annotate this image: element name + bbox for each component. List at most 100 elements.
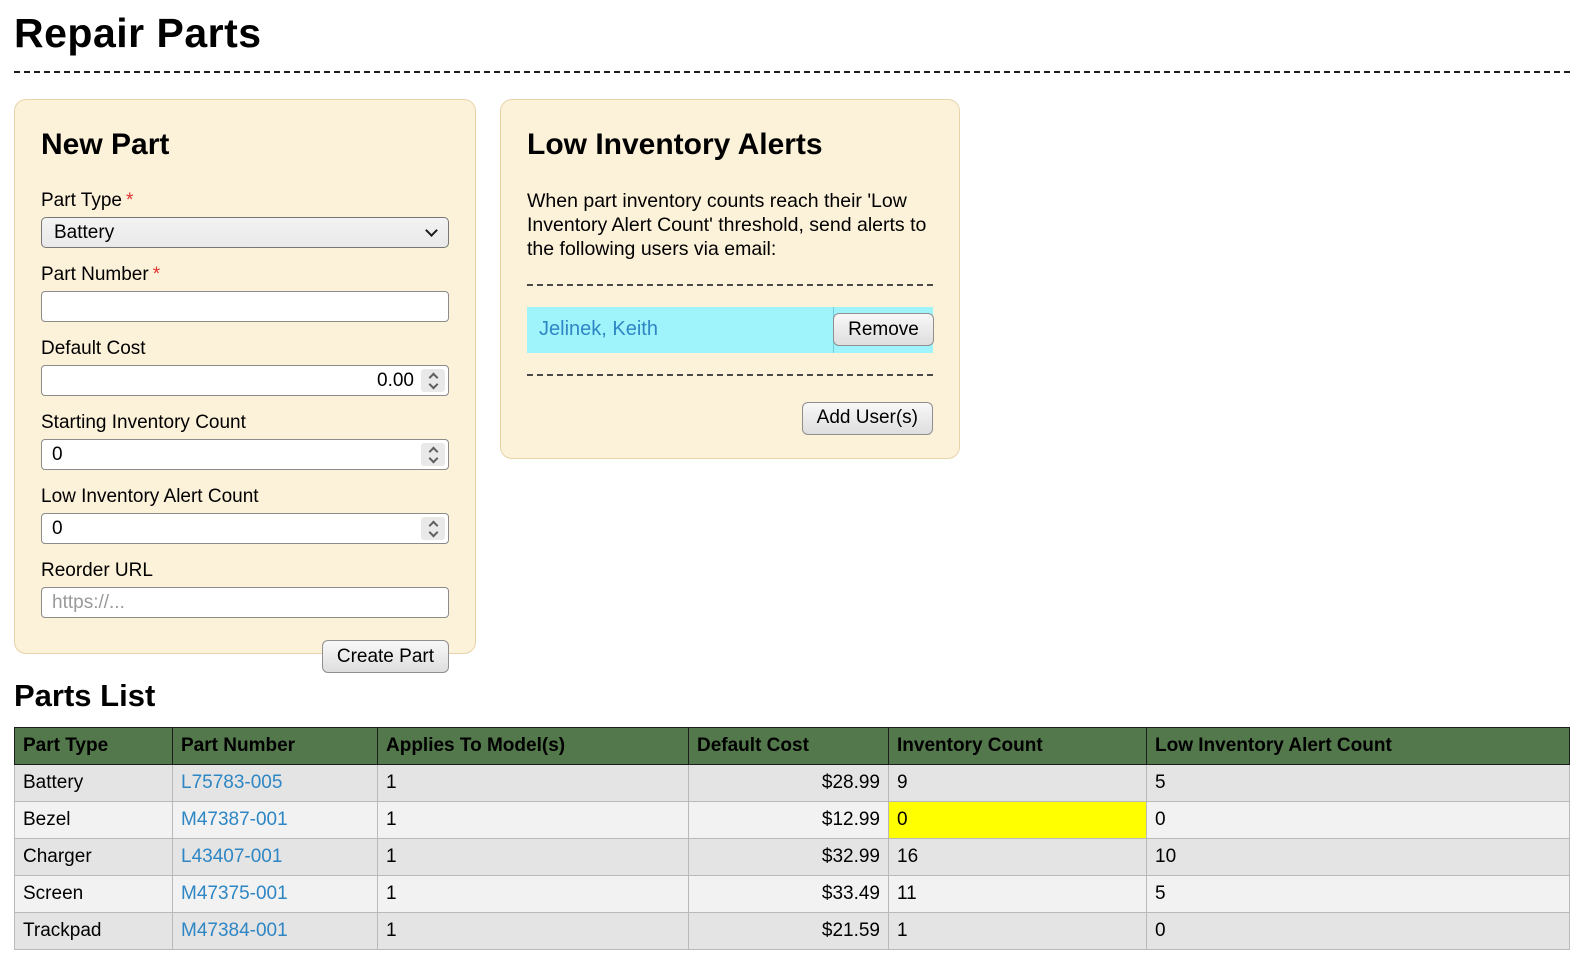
default-cost-label: Default Cost: [41, 338, 449, 360]
reorder-url-label: Reorder URL: [41, 560, 449, 582]
alerts-actions: Add User(s): [527, 402, 933, 435]
part-type-cell: Bezel: [15, 802, 173, 839]
alert-user-name: Jelinek, Keith: [527, 307, 834, 353]
inventory-count-cell: 0: [889, 802, 1147, 839]
applies-to-cell: 1: [378, 802, 689, 839]
alerts-description: When part inventory counts reach their '…: [527, 190, 933, 262]
low-alert-count-cell: 10: [1147, 839, 1570, 876]
part-number-link[interactable]: L75783-005: [181, 772, 282, 793]
number-spinner[interactable]: [421, 517, 445, 540]
starting-inventory-input-wrap: [41, 439, 449, 470]
low-alert-count-cell: 0: [1147, 802, 1570, 839]
col-header-default-cost: Default Cost: [689, 728, 889, 765]
new-part-actions: Create Part: [41, 640, 449, 673]
required-asterisk: *: [153, 264, 160, 285]
low-inventory-alert-input[interactable]: [42, 514, 448, 543]
spinner-down-icon[interactable]: [428, 453, 438, 463]
col-header-inventory-count: Inventory Count: [889, 728, 1147, 765]
alert-user-row: Jelinek, Keith Remove: [527, 307, 933, 353]
new-part-panel: New Part Part Type* Battery Part Number*…: [14, 99, 476, 654]
create-part-button[interactable]: Create Part: [322, 640, 449, 673]
part-number-link[interactable]: M47384-001: [181, 920, 288, 941]
low-inventory-alert-label: Low Inventory Alert Count: [41, 486, 449, 508]
low-inventory-alert-field: Low Inventory Alert Count: [41, 486, 449, 544]
spinner-down-icon[interactable]: [428, 379, 438, 389]
part-number-label: Part Number*: [41, 264, 449, 286]
parts-table: Part Type Part Number Applies To Model(s…: [14, 727, 1570, 950]
part-type-label: Part Type*: [41, 190, 449, 212]
part-number-input[interactable]: [41, 291, 449, 322]
applies-to-cell: 1: [378, 765, 689, 802]
part-number-link[interactable]: L43407-001: [181, 846, 282, 867]
number-spinner[interactable]: [421, 369, 445, 392]
part-number-field: Part Number*: [41, 264, 449, 322]
part-type-cell: Battery: [15, 765, 173, 802]
inventory-count-cell: 1: [889, 913, 1147, 950]
part-number-cell: M47387-001: [173, 802, 378, 839]
part-number-cell: L75783-005: [173, 765, 378, 802]
part-type-select[interactable]: Battery: [41, 217, 449, 248]
spinner-down-icon[interactable]: [428, 527, 438, 537]
number-spinner[interactable]: [421, 443, 445, 466]
starting-inventory-input[interactable]: [42, 440, 448, 469]
table-row: Charger L43407-001 1$32.991610: [15, 839, 1570, 876]
part-type-field: Part Type* Battery: [41, 190, 449, 248]
required-asterisk: *: [126, 190, 133, 211]
low-alert-count-cell: 5: [1147, 876, 1570, 913]
col-header-part-number: Part Number: [173, 728, 378, 765]
applies-to-cell: 1: [378, 913, 689, 950]
table-row: Battery L75783-005 1$28.9995: [15, 765, 1570, 802]
starting-inventory-label: Starting Inventory Count: [41, 412, 449, 434]
part-number-cell: M47384-001: [173, 913, 378, 950]
applies-to-cell: 1: [378, 839, 689, 876]
col-header-low-alert-count: Low Inventory Alert Count: [1147, 728, 1570, 765]
part-number-cell: M47375-001: [173, 876, 378, 913]
part-type-selected-value: Battery: [54, 222, 114, 244]
default-cost-input[interactable]: [42, 366, 448, 395]
col-header-applies-to: Applies To Model(s): [378, 728, 689, 765]
inventory-count-cell: 11: [889, 876, 1147, 913]
top-panels: New Part Part Type* Battery Part Number*…: [14, 99, 1570, 654]
applies-to-cell: 1: [378, 876, 689, 913]
reorder-url-field: Reorder URL: [41, 560, 449, 618]
title-divider: [14, 71, 1570, 73]
alert-user-remove-cell: Remove: [834, 307, 933, 353]
default-cost-cell: $21.59: [689, 913, 889, 950]
add-users-button[interactable]: Add User(s): [802, 402, 933, 435]
part-number-link[interactable]: M47375-001: [181, 883, 288, 904]
reorder-url-input[interactable]: [41, 587, 449, 618]
new-part-title: New Part: [41, 128, 449, 162]
parts-list-title: Parts List: [14, 678, 1570, 714]
part-number-link[interactable]: M47387-001: [181, 809, 288, 830]
part-type-cell: Charger: [15, 839, 173, 876]
starting-inventory-field: Starting Inventory Count: [41, 412, 449, 470]
part-number-cell: L43407-001: [173, 839, 378, 876]
table-row: Screen M47375-001 1$33.49115: [15, 876, 1570, 913]
part-type-cell: Trackpad: [15, 913, 173, 950]
page-title: Repair Parts: [14, 10, 1570, 57]
table-header-row: Part Type Part Number Applies To Model(s…: [15, 728, 1570, 765]
default-cost-field: Default Cost: [41, 338, 449, 396]
low-inventory-alerts-panel: Low Inventory Alerts When part inventory…: [500, 99, 960, 459]
part-number-label-text: Part Number: [41, 264, 149, 285]
part-type-label-text: Part Type: [41, 190, 122, 211]
default-cost-input-wrap: [41, 365, 449, 396]
col-header-part-type: Part Type: [15, 728, 173, 765]
default-cost-cell: $28.99: [689, 765, 889, 802]
low-alert-count-cell: 5: [1147, 765, 1570, 802]
remove-user-button[interactable]: Remove: [833, 313, 934, 346]
inventory-count-cell: 16: [889, 839, 1147, 876]
default-cost-cell: $32.99: [689, 839, 889, 876]
inventory-count-cell: 9: [889, 765, 1147, 802]
chevron-down-icon: [425, 224, 438, 237]
alerts-title: Low Inventory Alerts: [527, 128, 933, 162]
low-alert-count-cell: 0: [1147, 913, 1570, 950]
alerts-divider-bottom: [527, 374, 933, 376]
default-cost-cell: $33.49: [689, 876, 889, 913]
alerts-divider-top: [527, 284, 933, 286]
default-cost-cell: $12.99: [689, 802, 889, 839]
table-row: BezelM47387-0011$12.9900: [15, 802, 1570, 839]
part-type-cell: Screen: [15, 876, 173, 913]
low-inventory-alert-input-wrap: [41, 513, 449, 544]
table-row: TrackpadM47384-0011$21.5910: [15, 913, 1570, 950]
